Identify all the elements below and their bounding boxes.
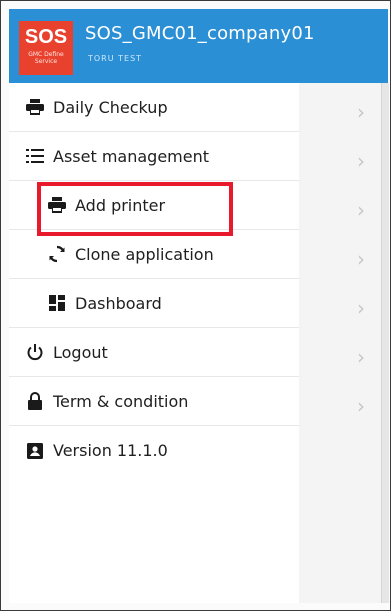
menu-label: Daily Checkup [53,97,168,117]
app-screen: SOS GMC Define Service SOS_GMC01_company… [0,0,391,611]
logo-subtext: GMC Define Service [28,51,64,65]
menu-item-logout[interactable]: Logout [9,328,299,377]
menu-label: Dashboard [75,293,162,313]
chevron-right-icon: › [357,100,365,124]
drawer-header: SOS GMC Define Service SOS_GMC01_company… [9,9,388,83]
chevron-right-icon: › [357,345,365,369]
user-name: TORU TEST [88,54,143,63]
printer-icon [25,97,45,117]
menu-label: Logout [53,342,108,362]
menu-label: Asset management [53,146,209,166]
chevron-right-icon: › [357,149,365,173]
sync-icon [47,244,67,264]
chevron-right-icon: › [357,296,365,320]
menu-item-daily-checkup[interactable]: Daily Checkup [9,83,299,132]
dashboard-icon [47,293,67,313]
menu-item-dashboard[interactable]: Dashboard [9,279,299,328]
chevron-right-icon: › [357,198,365,222]
account-box-icon [25,441,45,461]
menu-label: Clone application [75,244,214,264]
menu-item-asset-management[interactable]: Asset management [9,132,299,181]
menu-label: Version 11.1.0 [53,441,168,460]
logo-text: SOS [24,26,68,48]
lock-icon [25,391,45,411]
menu-item-term-condition[interactable]: Term & condition [9,377,299,426]
menu-label: Term & condition [53,391,189,411]
sos-logo: SOS GMC Define Service [19,21,73,75]
chevron-right-icon: › [357,247,365,271]
menu-item-version[interactable]: Version 11.1.0 [9,426,299,475]
content-behind-drawer [299,83,388,603]
power-icon [25,342,45,362]
chevron-right-icon: › [357,394,365,418]
highlight-box [37,182,233,236]
scroll-edge [381,83,389,603]
company-title: SOS_GMC01_company01 [85,23,315,44]
list-icon [25,146,45,166]
menu-item-clone-application[interactable]: Clone application [9,230,299,279]
navigation-drawer: Daily Checkup Asset management Add print… [9,83,299,603]
